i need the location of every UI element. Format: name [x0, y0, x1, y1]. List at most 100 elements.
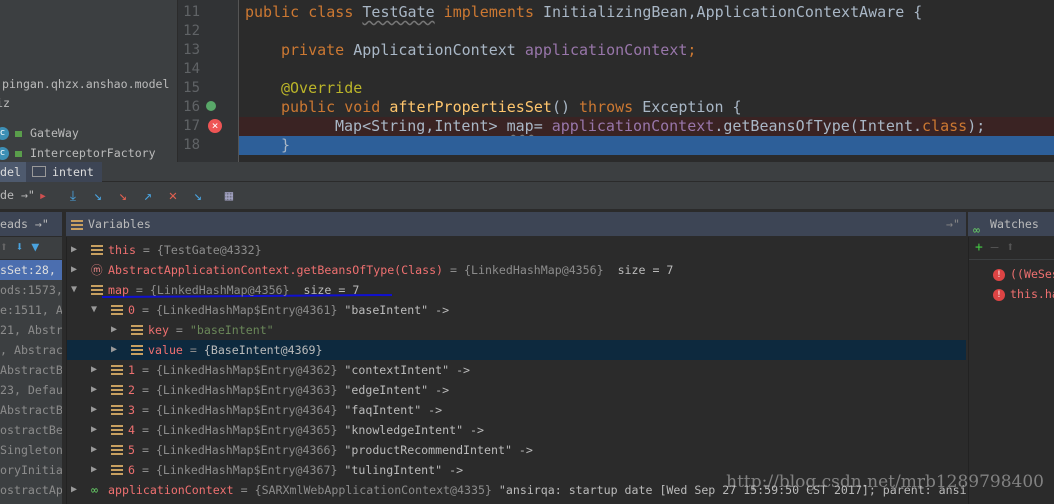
breakpoint-icon[interactable]: ×: [208, 119, 222, 133]
expand-arrow-icon[interactable]: ▶: [111, 320, 121, 340]
keyword: implements: [434, 3, 544, 21]
step-out-icon[interactable]: ↗: [139, 187, 157, 205]
variable-value: {LinkedHashMap$Entry@4367}: [155, 463, 338, 477]
code-editor[interactable]: public class TestGate implements Initial…: [238, 0, 1054, 162]
down-icon[interactable]: ⬇: [16, 240, 24, 255]
variable-row[interactable]: ▶ ⓜ AbstractApplicationContext.getBeansOfT…: [67, 260, 966, 280]
expand-arrow-icon[interactable]: ▶: [71, 260, 81, 280]
expand-arrow-icon[interactable]: ▶: [71, 240, 81, 260]
variable-row[interactable]: ▶ 2 = {LinkedHashMap$Entry@4363} "edgeInt…: [67, 380, 966, 400]
stack-frame[interactable]: ostractApp: [0, 480, 62, 500]
stack-frame[interactable]: ods:1573,: [0, 280, 62, 300]
force-step-into-icon[interactable]: ↘: [114, 187, 132, 205]
lock-icon: [15, 130, 22, 137]
variable-row[interactable]: ▶ 1 = {LinkedHashMap$Entry@4362} "context…: [67, 360, 966, 380]
expand-arrow-icon[interactable]: ▶: [91, 420, 101, 440]
code-text: );: [967, 117, 986, 135]
expand-arrow-icon[interactable]: ▶: [91, 460, 101, 480]
line-number: 12: [183, 23, 200, 39]
variable-row[interactable]: ▶ this = {TestGate@4332}: [67, 240, 966, 260]
variable-row[interactable]: ▼ 0 = {LinkedHashMap$Entry@4361} "baseInt…: [67, 300, 966, 320]
add-watch-icon[interactable]: +: [975, 240, 983, 255]
drop-frame-icon[interactable]: ✕: [164, 187, 182, 205]
stack-frame[interactable]: Singletons: [0, 440, 62, 460]
variables-panel-header[interactable]: Variables →": [66, 212, 966, 237]
code-text: ;: [687, 41, 697, 59]
watermark: http://blog.csdn.net/mrb1289798400: [726, 472, 1044, 492]
editor-gutter[interactable]: 11 12 13 14 15 16 17 18 ×: [177, 0, 238, 162]
show-execution-point-icon[interactable]: ▸: [34, 187, 52, 205]
tab-model[interactable]: del: [0, 162, 29, 182]
class-name: TestGate: [362, 3, 435, 21]
watch-item[interactable]: ! this.ha: [969, 284, 1054, 304]
evaluate-expression-icon[interactable]: ▦: [220, 187, 238, 205]
line-number: 14: [183, 61, 200, 77]
step-into-icon[interactable]: ↘: [89, 187, 107, 205]
watches-panel-header[interactable]: ∞Watches →": [968, 212, 1054, 256]
stack-frame[interactable]: sSet:28, T: [0, 260, 62, 280]
variable-extra: "knowledgeIntent" ->: [337, 423, 485, 437]
watch-field-icon: ∞: [91, 483, 98, 497]
expand-arrow-icon[interactable]: ▶: [71, 480, 81, 500]
variable-text: AbstractApplicationContext.getBeansOfTyp…: [108, 263, 674, 277]
class-node-gateway[interactable]: c GateWay: [0, 123, 79, 143]
variable-row[interactable]: ▶ 4 = {LinkedHashMap$Entry@4365} "knowled…: [67, 420, 966, 440]
class-icon: c: [0, 127, 9, 140]
expand-arrow-icon[interactable]: ▶: [91, 380, 101, 400]
variable-text: this = {TestGate@4332}: [108, 243, 262, 257]
class-node-interceptorfactory[interactable]: c InterceptorFactory: [0, 143, 156, 163]
variable-name: 2: [128, 383, 135, 397]
filter-icon[interactable]: ▼: [31, 240, 39, 255]
move-up-icon[interactable]: ⬆: [1006, 240, 1014, 255]
expand-arrow-icon[interactable]: ▶: [91, 360, 101, 380]
stack-frame[interactable]: e:1511, Abs: [0, 300, 62, 320]
variable-name: applicationContext: [108, 483, 234, 497]
debug-toolbar: de →" ▸ ⤓ ↘ ↘ ↗ ✕ ↘ ▦: [0, 182, 1054, 210]
stack-frame[interactable]: oryInitial: [0, 460, 62, 480]
stack-frame[interactable]: AbstractB: [0, 400, 62, 420]
up-icon[interactable]: ⬆: [0, 240, 8, 255]
implements-gutter-icon[interactable]: [206, 101, 216, 111]
variable-row[interactable]: ▼ map = {LinkedHashMap@4356} size = 7: [67, 280, 966, 300]
field: applicationContext: [551, 117, 715, 135]
variable-extra: "contextIntent" ->: [337, 363, 471, 377]
variable-row[interactable]: ▶ 3 = {LinkedHashMap$Entry@4364} "faqInte…: [67, 400, 966, 420]
remove-watch-icon[interactable]: —: [991, 240, 999, 255]
method-return-icon: ⓜ: [91, 263, 103, 277]
threads-panel-header[interactable]: eads →": [0, 212, 62, 237]
variable-name: map: [108, 283, 129, 297]
collapse-arrow-icon[interactable]: ▼: [71, 280, 81, 300]
package-node[interactable]: pingan.qhzx.anshao.model: [2, 74, 170, 94]
variable-text: 4 = {LinkedHashMap$Entry@4365} "knowledg…: [128, 423, 485, 437]
folder-node[interactable]: iz: [0, 93, 10, 113]
variable-row[interactable]: ▶ value = {BaseIntent@4369}: [67, 340, 966, 360]
stack-frame[interactable]: 21, Abstra: [0, 320, 62, 340]
expand-arrow-icon[interactable]: ▶: [111, 340, 121, 360]
variable-extra: size = 7: [603, 263, 674, 277]
watch-item[interactable]: ! ((WeSes: [969, 264, 1054, 284]
variable-row[interactable]: ▶ 5 = {LinkedHashMap$Entry@4366} "product…: [67, 440, 966, 460]
panel-title: Variables: [88, 217, 151, 231]
stack-frame[interactable]: 23, Defaul: [0, 380, 62, 400]
stack-frame[interactable]: , Abstract: [0, 340, 62, 360]
tab-intent[interactable]: intent: [26, 162, 102, 182]
variable-row[interactable]: ▶ key = "baseIntent": [67, 320, 966, 340]
code-line-16: public void afterPropertiesSet() throws …: [239, 98, 1054, 117]
collapse-arrow-icon[interactable]: ▼: [91, 300, 101, 320]
expand-arrow-icon[interactable]: ▶: [91, 400, 101, 420]
step-over-icon[interactable]: ⤓: [64, 187, 82, 205]
run-to-cursor-icon[interactable]: ↘: [189, 187, 207, 205]
variable-name: this: [108, 243, 136, 257]
variable-value: {LinkedHashMap$Entry@4364}: [155, 403, 338, 417]
line-number: 16: [183, 99, 200, 115]
variables-tree[interactable]: ▶ this = {TestGate@4332} ▶ ⓜ AbstractApplica…: [66, 237, 966, 504]
code-line-18-current: }: [239, 136, 1054, 155]
pin-icon[interactable]: →": [946, 212, 960, 237]
field-icon: [111, 305, 123, 315]
expand-arrow-icon[interactable]: ▶: [91, 440, 101, 460]
stack-frame[interactable]: ostractBea: [0, 420, 62, 440]
keyword: private: [281, 41, 354, 59]
console-tab-label[interactable]: de →": [0, 188, 35, 202]
stack-frame[interactable]: AbstractB: [0, 360, 62, 380]
frames-list: ⬆ ⬇ ▼ sSet:28, Tods:1573,e:1511, Abs21, …: [0, 237, 62, 504]
